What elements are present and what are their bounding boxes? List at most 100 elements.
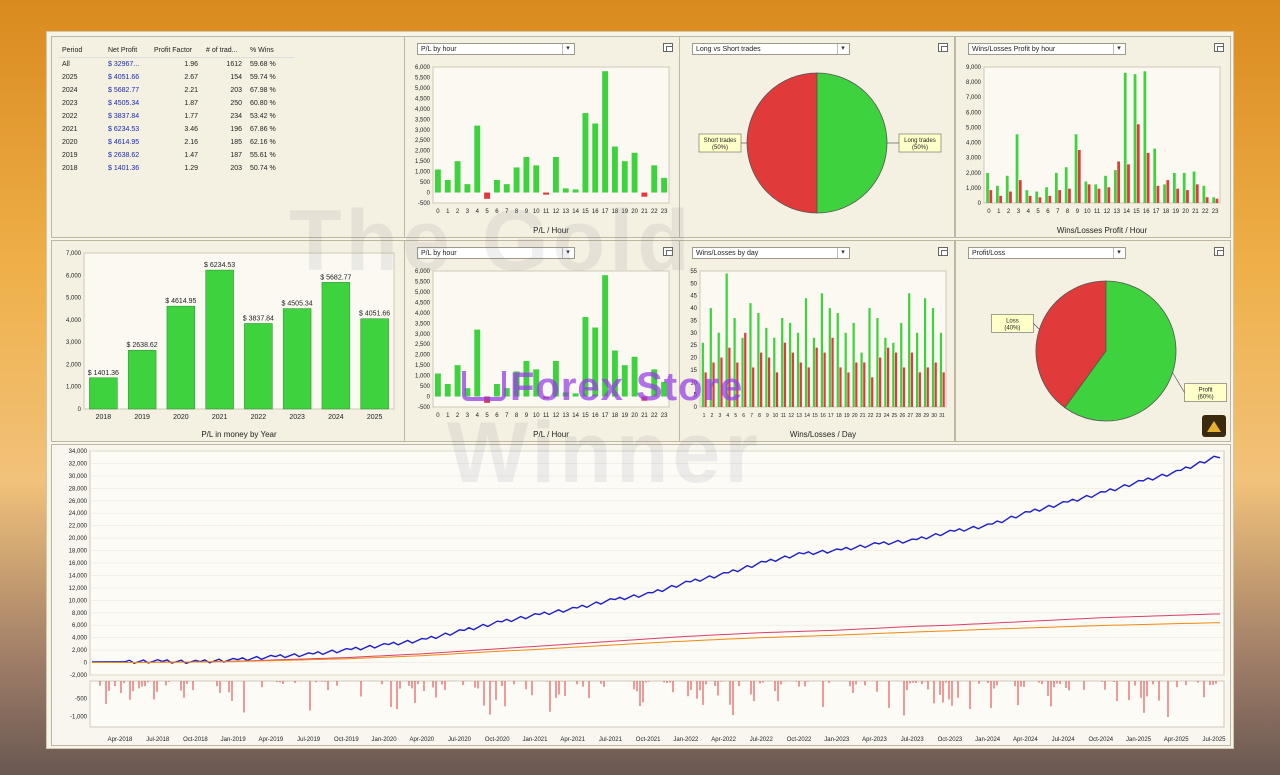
bar <box>321 282 351 410</box>
table-cell: $ 32967... <box>108 61 140 68</box>
pie-label: (60%) <box>1198 395 1214 401</box>
col-header[interactable]: Profit Factor <box>150 43 202 58</box>
x-tick-label: Oct-2019 <box>334 737 359 743</box>
bar <box>789 322 792 407</box>
bar <box>923 298 927 407</box>
table-row[interactable]: 2022 $ 3837.84 1.77 234 53.42 % <box>58 110 294 123</box>
pie-slice <box>746 72 818 214</box>
table-cell: 2023 <box>62 100 78 107</box>
table-cell: 60.80 % <box>250 100 276 107</box>
bar <box>892 342 895 407</box>
bar <box>1009 191 1012 203</box>
data-label: $ 1401.36 <box>88 370 119 377</box>
bar <box>900 322 903 407</box>
table-row[interactable]: 2025 $ 4051.66 2.67 154 59.74 % <box>58 71 294 84</box>
bar <box>999 195 1003 203</box>
leader-line <box>1033 323 1040 330</box>
y-tick-label: -1,000 <box>70 714 88 720</box>
bar <box>1028 195 1032 203</box>
bar <box>89 377 118 410</box>
bar <box>1195 184 1199 203</box>
x-tick-label: 15 <box>1133 209 1140 215</box>
x-tick-label: 14 <box>572 413 579 419</box>
x-tick-label: 17 <box>602 209 609 215</box>
y-tick-label: 20 <box>690 356 697 362</box>
bar <box>621 365 628 397</box>
bar <box>757 313 760 407</box>
x-tick-label: Jul-2021 <box>599 737 623 743</box>
bar <box>651 369 658 397</box>
pie-label: (40%) <box>1004 325 1020 331</box>
bar <box>783 342 787 407</box>
bar <box>454 161 461 193</box>
col-header[interactable]: # of trad... <box>202 43 246 58</box>
y-tick-label: 5,000 <box>415 290 431 296</box>
table-row[interactable]: 2019 $ 2638.62 1.47 187 55.61 % <box>58 149 294 162</box>
y-tick-label: 6,000 <box>72 623 88 629</box>
bar <box>651 165 658 193</box>
x-tick-label: 8 <box>515 209 519 215</box>
bar <box>572 189 579 193</box>
col-header[interactable]: Net Profit <box>104 43 150 58</box>
bar <box>434 169 441 193</box>
x-tick-label: 6 <box>742 413 745 419</box>
table-row[interactable]: 2023 $ 4505.34 1.87 250 60.80 % <box>58 97 294 110</box>
x-axis-label: P/L / Hour <box>533 430 569 439</box>
bar <box>474 329 481 397</box>
x-tick-label: 10 <box>533 209 540 215</box>
bar <box>704 372 707 407</box>
bar <box>1143 71 1147 203</box>
x-tick-label: 26 <box>900 413 906 419</box>
table-row[interactable]: 2021 $ 6234.53 3.46 196 67.86 % <box>58 123 294 136</box>
pie-label: Loss <box>1006 318 1019 324</box>
y-tick-label: 2,500 <box>415 138 431 144</box>
table-cell: 2.16 <box>184 139 198 146</box>
bar <box>781 317 784 407</box>
bar <box>876 317 879 407</box>
y-tick-label: 6,000 <box>415 269 431 275</box>
bar <box>464 388 471 397</box>
y-tick-label: 0 <box>694 405 698 411</box>
col-header[interactable]: % Wins <box>246 43 294 58</box>
bar <box>1123 72 1127 203</box>
equity-panel: 34,000 32,000 30,000 28,000 26,000 24,000 22,0… <box>51 444 1231 746</box>
x-tick-label: 23 <box>876 413 882 419</box>
y-tick-label: 50 <box>690 281 697 287</box>
x-tick-label: 21 <box>641 209 648 215</box>
table-cell: 1.47 <box>184 152 198 159</box>
table-row[interactable]: 2020 $ 4614.95 2.16 185 62.16 % <box>58 136 294 149</box>
x-tick-label: 9 <box>525 413 529 419</box>
bar <box>741 337 744 407</box>
y-tick-label: 4,500 <box>415 96 431 102</box>
x-tick-label: 15 <box>582 209 589 215</box>
table-row[interactable]: 2018 $ 1401.36 1.29 203 50.74 % <box>58 162 294 175</box>
table-cell: 196 <box>230 126 242 133</box>
bar <box>360 318 389 410</box>
table-row[interactable]: 2024 $ 5682.77 2.21 203 67.98 % <box>58 84 294 97</box>
bar <box>1104 175 1107 203</box>
y-tick-label: 500 <box>420 180 431 186</box>
x-tick-label: Jul-2018 <box>146 737 170 743</box>
x-tick-label: 21 <box>641 413 648 419</box>
x-tick-label: 3 <box>1017 209 1021 215</box>
bar <box>720 357 723 407</box>
long-short-chart: Short trades(50%)Long trades(50%) <box>698 72 942 214</box>
table-cell: 1.87 <box>184 100 198 107</box>
x-tick-label: 18 <box>612 413 619 419</box>
y-tick-label: 1,500 <box>415 363 431 369</box>
col-header[interactable]: Period <box>58 43 104 58</box>
pl-hour-panel: P/L by hour ▾ 6,000 5,500 5,000 4,500 4,000 3,… <box>404 36 680 238</box>
bar <box>661 177 668 193</box>
bar <box>582 317 589 397</box>
table-cell: $ 4505.34 <box>108 100 140 107</box>
pie-label: (50%) <box>712 145 728 151</box>
y-tick-label: 1,000 <box>415 374 431 380</box>
x-tick-label: 14 <box>1123 209 1130 215</box>
x-tick-label: Apr-2019 <box>259 737 284 743</box>
table-row[interactable]: All $ 32967... 1.96 1612 59.68 % <box>58 58 294 72</box>
bar <box>868 308 871 407</box>
bar <box>444 179 451 193</box>
bar <box>902 367 906 407</box>
bar <box>1172 172 1176 203</box>
bar <box>464 184 471 193</box>
